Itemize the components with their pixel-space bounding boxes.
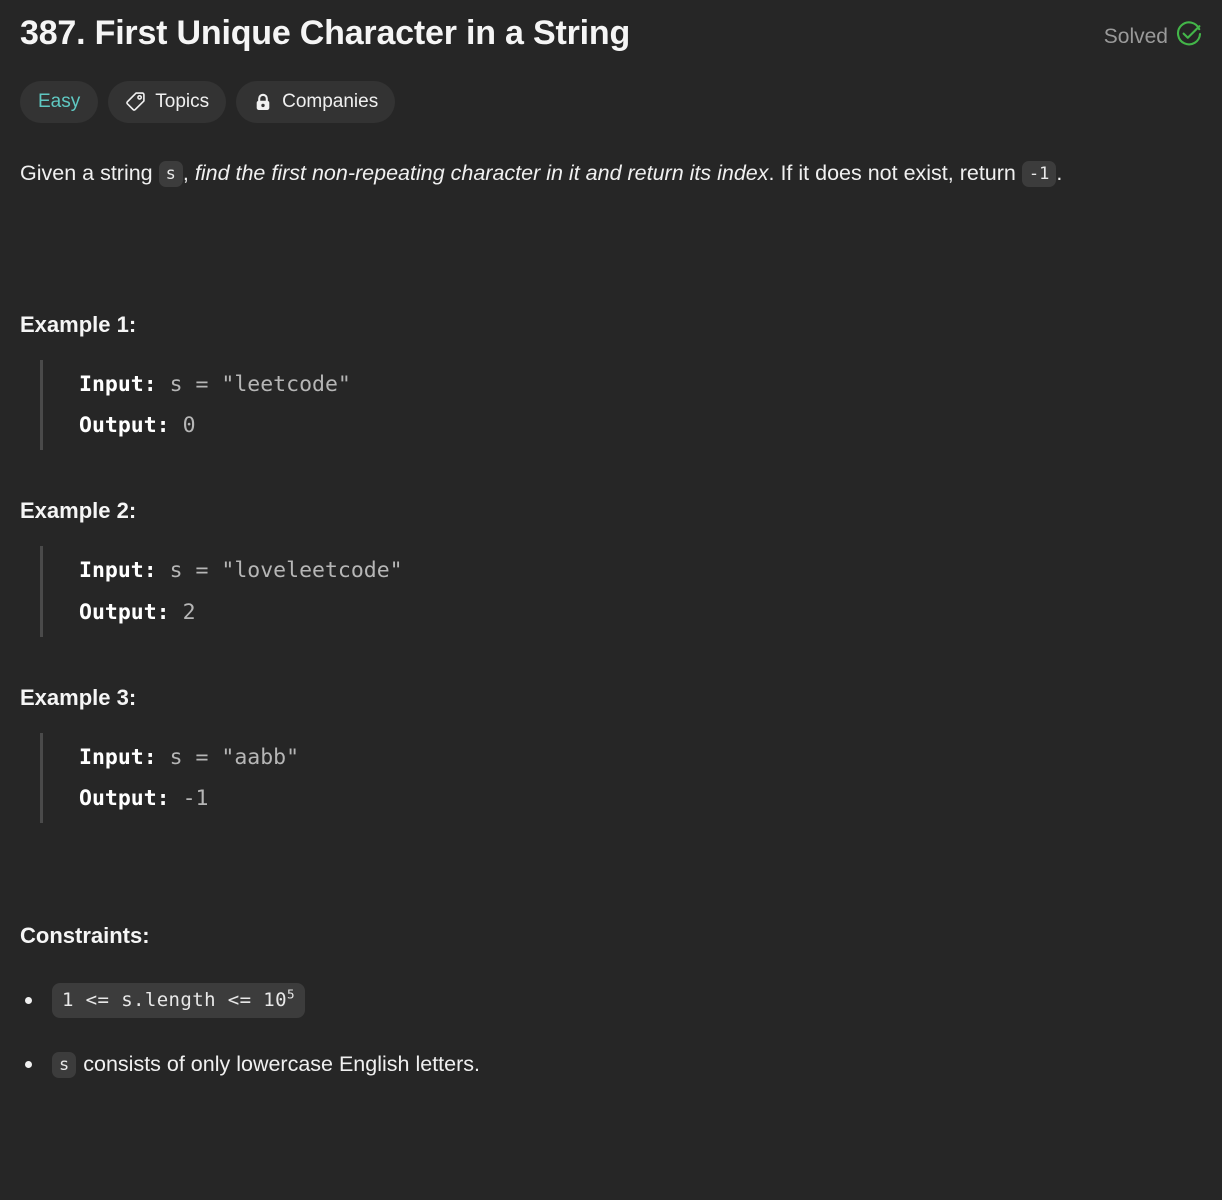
description-part-1: Given a string (20, 160, 153, 185)
code-text: 1 <= s.length <= 10 (62, 989, 287, 1012)
input-value: s = "loveleetcode" (169, 558, 403, 584)
example-2-heading: Example 2: (20, 498, 137, 524)
topics-button[interactable]: Topics (108, 80, 227, 123)
output-value: 0 (182, 413, 196, 439)
problem-description: Given a string s, find the first non-rep… (20, 153, 1200, 194)
badge-row: Easy Topics Companies (20, 80, 1202, 123)
example-3-output: Output: -1 (79, 778, 1202, 819)
input-label: Input: (79, 371, 157, 397)
inline-code-minus-one: -1 (1021, 160, 1057, 187)
constraint-1-text: 1 <= s.length <= 105 (52, 983, 312, 1019)
example-1-input: Input: s = "leetcode" (79, 364, 1202, 405)
list-item: s consists of only lowercase English lett… (20, 1048, 1202, 1080)
lock-icon (253, 92, 273, 112)
inline-code-s: s (158, 160, 183, 187)
code-superscript: 5 (286, 987, 295, 1003)
example-3-heading: Example 3: (20, 684, 137, 710)
check-circle-icon (1176, 21, 1202, 52)
constraint-2-text: s consists of only lowercase English lett… (52, 1048, 480, 1080)
example-2-input: Input: s = "loveleetcode" (79, 550, 1202, 591)
constraints-list: 1 <= s.length <= 105 s consists of only l… (20, 983, 1202, 1080)
constraints-heading: Constraints: (20, 923, 150, 949)
input-label: Input: (79, 744, 157, 770)
input-label: Input: (79, 558, 157, 584)
topics-label: Topics (155, 90, 210, 112)
companies-button[interactable]: Companies (236, 80, 396, 123)
inline-code-length-bound: 1 <= s.length <= 105 (52, 983, 305, 1019)
example-1-block: Input: s = "leetcode" Output: 0 (40, 359, 1202, 451)
output-value: -1 (182, 786, 209, 812)
status-label: Solved (1103, 24, 1168, 48)
title-row: 387. First Unique Character in a String … (20, 12, 1202, 55)
description-part-2: , (182, 160, 189, 185)
input-value: s = "leetcode" (169, 371, 351, 397)
output-label: Output: (79, 599, 170, 625)
example-3-input: Input: s = "aabb" (79, 737, 1202, 778)
companies-label: Companies (282, 90, 379, 112)
problem-description-panel: 387. First Unique Character in a String … (0, 0, 1222, 1200)
constraint-2-label: consists of only lowercase English lette… (83, 1052, 480, 1077)
status-badge: Solved (1104, 12, 1202, 52)
example-1-output: Output: 0 (79, 405, 1202, 446)
description-emphasis: find the first non-repeating character i… (194, 160, 769, 185)
example-2-block: Input: s = "loveleetcode" Output: 2 (40, 546, 1202, 637)
difficulty-badge-easy[interactable]: Easy (20, 80, 99, 123)
inline-code-s: s (52, 1052, 77, 1079)
example-1-heading: Example 1: (20, 311, 137, 337)
description-part-3: . If it does not exist, return (768, 160, 1016, 185)
list-item: 1 <= s.length <= 105 (20, 983, 1202, 1019)
output-value: 2 (182, 599, 196, 625)
example-3-block: Input: s = "aabb" Output: -1 (40, 732, 1202, 824)
description-part-4: . (1056, 160, 1063, 185)
bullet-icon (20, 997, 52, 1005)
input-value: s = "aabb" (169, 744, 300, 770)
difficulty-label: Easy (38, 90, 81, 112)
page-title: 387. First Unique Character in a String (20, 14, 631, 52)
output-label: Output: (79, 786, 170, 812)
example-2-output: Output: 2 (79, 592, 1202, 633)
output-label: Output: (79, 413, 170, 439)
bullet-icon (20, 1060, 52, 1068)
tag-icon (125, 91, 146, 112)
